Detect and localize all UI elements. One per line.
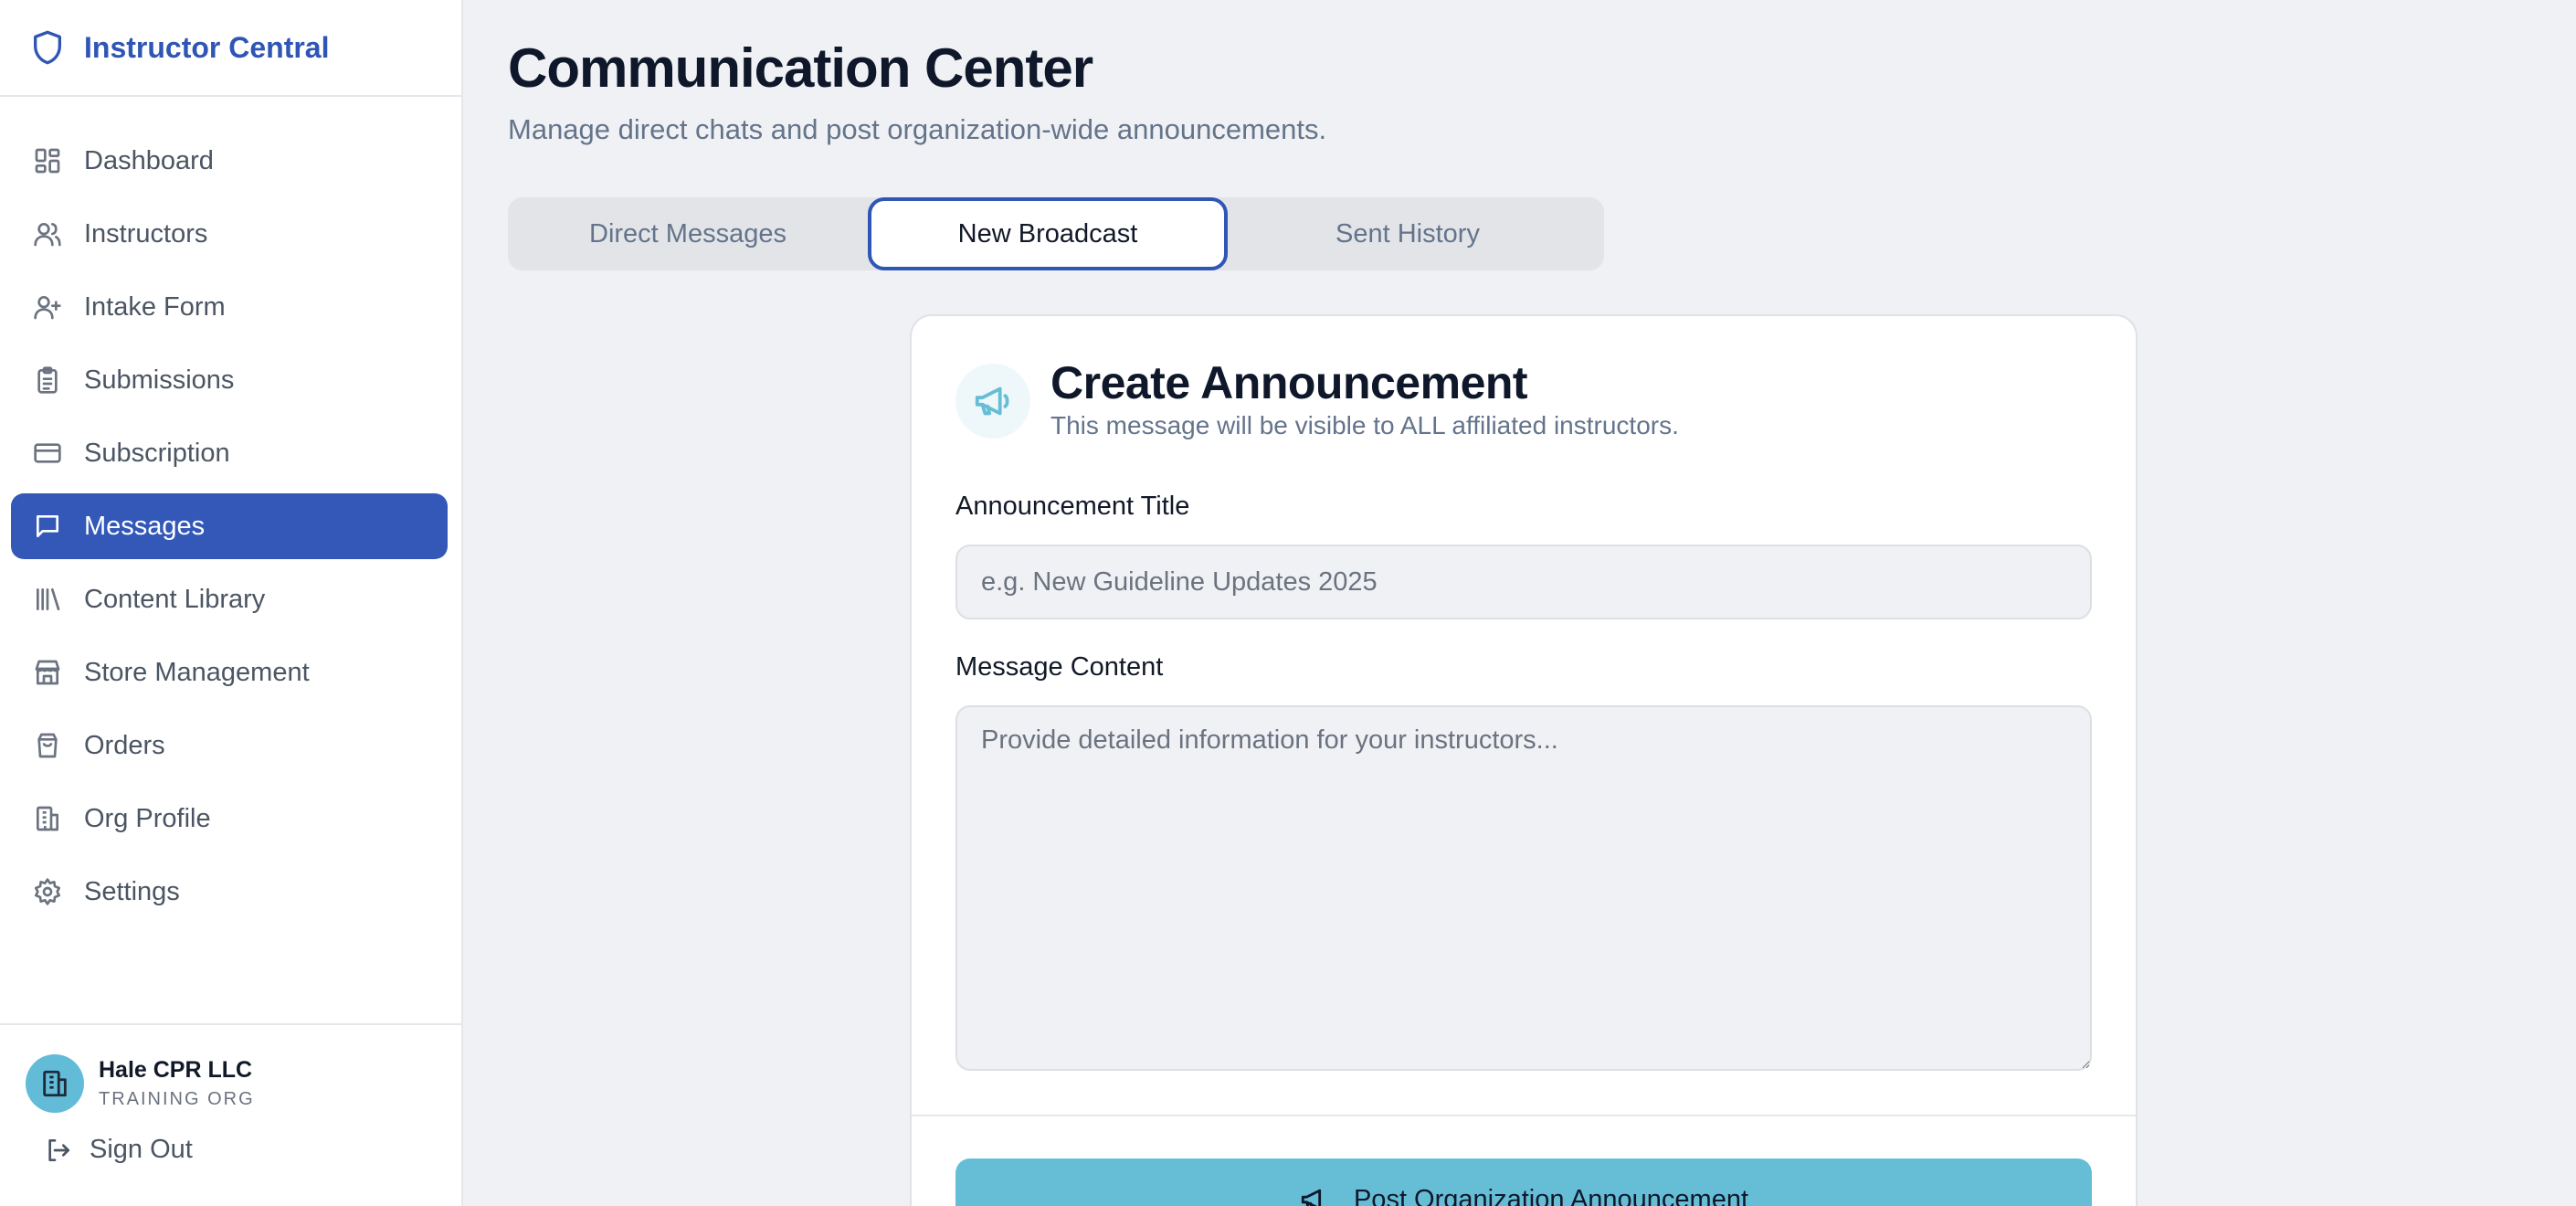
megaphone-icon bbox=[1301, 1189, 1322, 1206]
divider bbox=[912, 1115, 2136, 1116]
page-title: Communication Center bbox=[508, 37, 1093, 99]
sidebar-footer: Hale CPR LLC TRAINING ORG Sign Out bbox=[0, 1023, 461, 1206]
announcement-title-label: Announcement Title bbox=[955, 492, 1190, 521]
store-icon bbox=[35, 660, 60, 685]
sidebar-item-label: Dashboard bbox=[84, 145, 214, 175]
sidebar-item-content-library[interactable]: Content Library bbox=[11, 566, 448, 632]
dashboard-icon bbox=[35, 148, 60, 174]
tab-bar: Direct Messages New Broadcast Sent Histo… bbox=[508, 197, 1604, 270]
sign-out-button[interactable]: Sign Out bbox=[44, 1135, 193, 1165]
message-content-label: Message Content bbox=[955, 652, 1164, 682]
sidebar-item-label: Content Library bbox=[84, 584, 266, 614]
clipboard-icon bbox=[37, 366, 58, 394]
sign-out-label: Sign Out bbox=[90, 1135, 193, 1164]
users-icon bbox=[34, 223, 61, 247]
card-icon-wrapper bbox=[955, 364, 1030, 439]
sidebar-item-settings[interactable]: Settings bbox=[11, 859, 448, 925]
sidebar-item-instructors[interactable]: Instructors bbox=[11, 201, 448, 267]
sidebar-item-dashboard[interactable]: Dashboard bbox=[11, 128, 448, 194]
org-name: Hale CPR LLC bbox=[99, 1057, 253, 1083]
sidebar-item-messages[interactable]: Messages bbox=[11, 493, 448, 559]
sidebar-item-label: Settings bbox=[84, 876, 180, 906]
megaphone-icon bbox=[975, 386, 1009, 416]
tab-new-broadcast[interactable]: New Broadcast bbox=[868, 197, 1228, 270]
card-title: Create Announcement bbox=[1050, 357, 1528, 408]
sidebar-item-orders[interactable]: Orders bbox=[11, 713, 448, 778]
sidebar-item-label: Submissions bbox=[84, 365, 235, 395]
sidebar-item-store-management[interactable]: Store Management bbox=[11, 640, 448, 705]
announcement-title-input[interactable] bbox=[955, 545, 2092, 619]
org-info[interactable]: Hale CPR LLC TRAINING ORG bbox=[26, 1054, 255, 1113]
shield-icon bbox=[34, 30, 62, 65]
sidebar-item-submissions[interactable]: Submissions bbox=[11, 347, 448, 413]
message-square-icon bbox=[37, 515, 58, 537]
gear-icon bbox=[35, 878, 60, 905]
sidebar-item-org-profile[interactable]: Org Profile bbox=[11, 786, 448, 852]
avatar bbox=[26, 1054, 84, 1113]
brand-title: Instructor Central bbox=[84, 30, 330, 64]
sidebar-item-subscription[interactable]: Subscription bbox=[11, 420, 448, 486]
building-icon bbox=[43, 1070, 67, 1097]
announcement-card: Create Announcement This message will be… bbox=[910, 314, 2138, 1206]
post-announcement-button[interactable]: Post Organization Announcement bbox=[955, 1158, 2092, 1206]
sidebar-item-label: Store Management bbox=[84, 657, 310, 687]
page-subtitle: Manage direct chats and post organizatio… bbox=[508, 113, 1327, 145]
sidebar-item-label: Instructors bbox=[84, 218, 208, 249]
sidebar-item-label: Subscription bbox=[84, 438, 230, 468]
user-plus-icon bbox=[34, 296, 61, 320]
sidebar-item-intake-form[interactable]: Intake Form bbox=[11, 274, 448, 340]
sidebar-item-label: Orders bbox=[84, 730, 165, 760]
credit-card-icon bbox=[34, 443, 61, 463]
brand[interactable]: Instructor Central bbox=[0, 0, 461, 97]
shopping-bag-icon bbox=[37, 733, 58, 758]
sidebar-item-label: Intake Form bbox=[84, 291, 226, 322]
tab-sent-history[interactable]: Sent History bbox=[1228, 197, 1588, 270]
library-icon bbox=[37, 588, 60, 610]
tab-direct-messages[interactable]: Direct Messages bbox=[508, 197, 868, 270]
log-out-icon bbox=[48, 1138, 69, 1161]
building-icon bbox=[37, 806, 58, 831]
post-announcement-label: Post Organization Announcement bbox=[1353, 1184, 1749, 1206]
message-content-textarea[interactable] bbox=[955, 705, 2092, 1071]
org-type: TRAINING ORG bbox=[99, 1089, 255, 1109]
sidebar-item-label: Messages bbox=[84, 511, 206, 541]
card-subtitle: This message will be visible to ALL affi… bbox=[1050, 411, 1679, 439]
sidebar-item-label: Org Profile bbox=[84, 803, 211, 833]
sidebar: Instructor Central Dashboard Instructors… bbox=[0, 0, 463, 1206]
